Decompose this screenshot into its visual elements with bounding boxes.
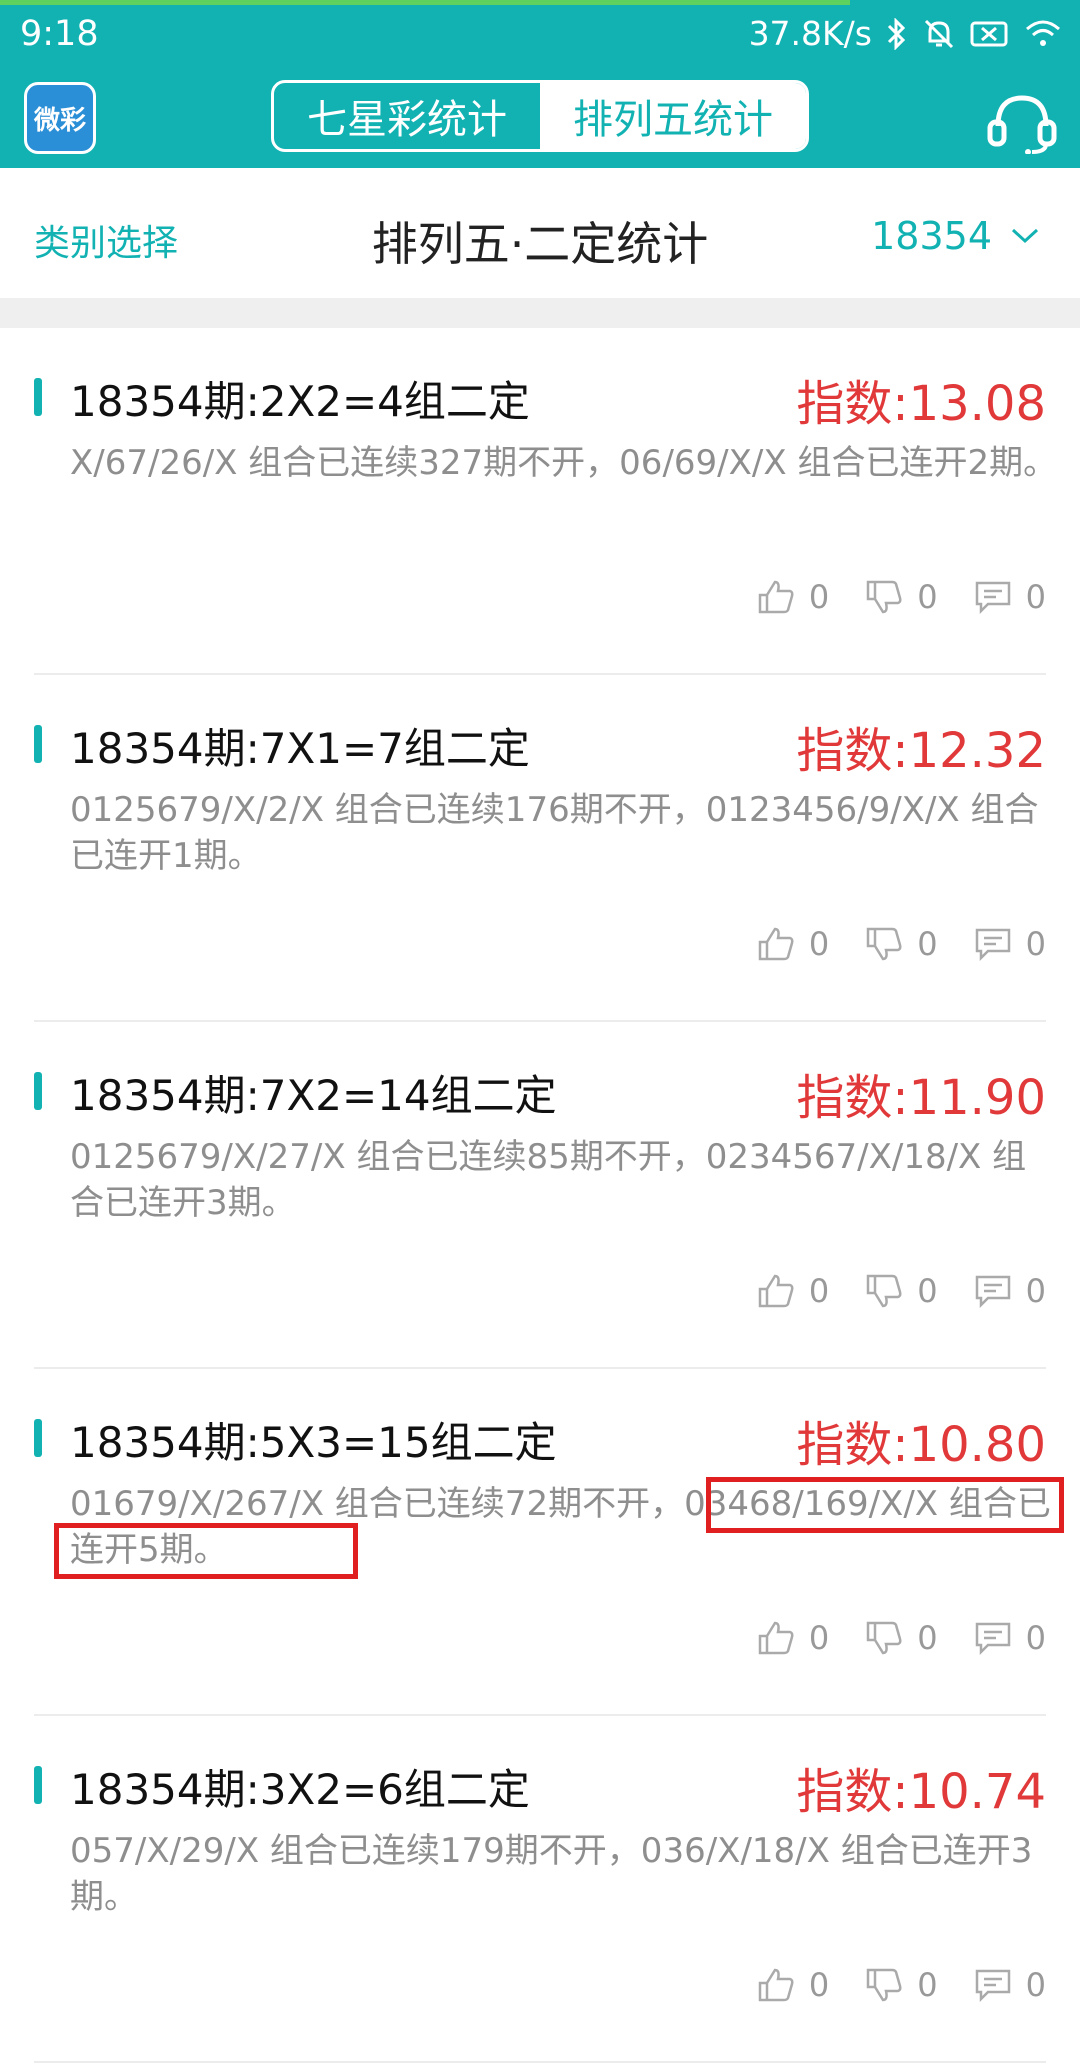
- comment-icon: [975, 581, 1010, 614]
- like-count: 0: [808, 1966, 830, 2004]
- status-bar: 9:18 37.8K/s: [0, 0, 1080, 72]
- comment-count: 0: [1025, 578, 1046, 616]
- card-title: 18354期:7X1=7组二定: [70, 724, 530, 773]
- thumbs-up-icon: [758, 1968, 794, 2002]
- dislike-button[interactable]: 0: [865, 1619, 938, 1657]
- thumbs-down-icon: [867, 1621, 902, 1655]
- card-index: 指数:13.08: [796, 376, 1046, 432]
- thumbs-up-icon: [758, 580, 794, 614]
- card-description: X/67/26/X 组合已连续327期不开，06/69/X/X 组合已连开2期。: [70, 443, 1058, 483]
- card-description: 057/X/29/X 组合已连续179期不开，036/X/18/X 组合已连开3…: [70, 1831, 1033, 1917]
- dislike-count: 0: [917, 578, 938, 616]
- card-index: 指数:10.74: [796, 1764, 1046, 1820]
- app-bar: 微彩 七星彩统计 排列五统计: [0, 72, 1080, 168]
- card-description: 0125679/X/2/X 组合已连续176期不开，0123456/9/X/X …: [70, 790, 1039, 876]
- thumbs-down-icon: [867, 1274, 902, 1308]
- thumbs-down-icon: [867, 927, 902, 961]
- dislike-button[interactable]: 0: [865, 1272, 938, 1310]
- issue-dropdown[interactable]: 18354: [871, 214, 1040, 258]
- comment-count: 0: [1025, 1966, 1046, 2004]
- comment-icon: [975, 928, 1010, 961]
- comment-icon: [975, 1622, 1010, 1655]
- accent-bar: [34, 378, 42, 416]
- card-actions: 0 0 0: [757, 1966, 1046, 2004]
- card-index: 指数:12.32: [796, 723, 1046, 779]
- thumbs-up-icon: [758, 1621, 794, 1655]
- wifi-icon: [1026, 20, 1060, 46]
- thumbs-up-icon: [758, 927, 794, 961]
- thumbs-down-icon: [867, 580, 902, 614]
- card-title: 18354期:7X2=14组二定: [70, 1071, 557, 1120]
- highlight-box: [706, 1477, 1064, 1533]
- comment-button[interactable]: 0: [974, 1619, 1046, 1657]
- logo-text: 微彩: [33, 105, 86, 136]
- comment-icon: [975, 1969, 1010, 2002]
- comment-icon: [975, 1275, 1010, 1308]
- comment-button[interactable]: 0: [974, 578, 1046, 616]
- card-index: 指数:10.80: [796, 1417, 1046, 1473]
- status-icons: 37.8K/s: [749, 14, 1062, 53]
- like-count: 0: [808, 1619, 830, 1657]
- dislike-button[interactable]: 0: [865, 578, 938, 616]
- status-time: 9:18: [20, 14, 99, 54]
- tab-pailiewu[interactable]: 排列五统计: [540, 83, 806, 149]
- issue-number: 18354: [871, 214, 992, 258]
- app-logo[interactable]: 微彩: [24, 82, 96, 154]
- card-title: 18354期:5X3=15组二定: [70, 1418, 557, 1467]
- list-item[interactable]: 18354期:7X1=7组二定 指数:12.32 0125679/X/2/X 组…: [34, 675, 1046, 1022]
- card-description: 0125679/X/27/X 组合已连续85期不开，0234567/X/18/X…: [70, 1137, 1027, 1223]
- like-button[interactable]: 0: [757, 1619, 829, 1657]
- comment-button[interactable]: 0: [974, 925, 1046, 963]
- dislike-count: 0: [917, 1619, 938, 1657]
- thumbs-up-icon: [758, 1274, 794, 1308]
- list-item[interactable]: 18354期:5X3=15组二定 指数:10.80 01679/X/267/X …: [34, 1369, 1064, 1716]
- list-item[interactable]: 18354期:3X2=6组二定 指数:10.74 057/X/29/X 组合已连…: [34, 1716, 1046, 2063]
- card-actions: 0 0 0: [757, 925, 1046, 963]
- like-button[interactable]: 0: [757, 578, 829, 616]
- section-divider: [0, 298, 1080, 328]
- battery-x-icon: [970, 21, 1008, 46]
- accent-bar: [34, 725, 42, 763]
- dislike-count: 0: [917, 1966, 938, 2004]
- stats-list: 18354期:2X2=4组二定 指数:13.08 X/67/26/X 组合已连续…: [0, 328, 1080, 2063]
- chevron-down-icon: [1011, 228, 1039, 244]
- accent-bar: [34, 1072, 42, 1110]
- card-actions: 0 0 0: [757, 1272, 1046, 1310]
- tab-qixingcai[interactable]: 七星彩统计: [274, 83, 540, 149]
- card-title: 18354期:2X2=4组二定: [70, 377, 530, 426]
- net-speed: 37.8K/s: [748, 14, 872, 53]
- comment-button[interactable]: 0: [974, 1272, 1046, 1310]
- accent-bar: [34, 1766, 42, 1804]
- card-title: 18354期:3X2=6组二定: [70, 1765, 530, 1814]
- like-count: 0: [808, 578, 830, 616]
- comment-button[interactable]: 0: [974, 1966, 1046, 2004]
- like-count: 0: [808, 925, 830, 963]
- thumbs-down-icon: [867, 1968, 902, 2002]
- comment-count: 0: [1025, 1619, 1046, 1657]
- card-actions: 0 0 0: [757, 1619, 1046, 1657]
- like-count: 0: [808, 1272, 830, 1310]
- like-button[interactable]: 0: [757, 1966, 829, 2004]
- headset-icon[interactable]: [986, 90, 1058, 154]
- dislike-button[interactable]: 0: [865, 925, 938, 963]
- list-item[interactable]: 18354期:7X2=14组二定 指数:11.90 0125679/X/27/X…: [34, 1022, 1046, 1369]
- card-actions: 0 0 0: [757, 578, 1046, 616]
- sub-header: 类别选择 排列五·二定统计 18354: [0, 168, 1080, 298]
- like-button[interactable]: 0: [757, 925, 829, 963]
- accent-bar: [34, 1419, 42, 1457]
- dislike-count: 0: [917, 1272, 938, 1310]
- dislike-count: 0: [917, 925, 938, 963]
- comment-count: 0: [1025, 1272, 1046, 1310]
- like-button[interactable]: 0: [757, 1272, 829, 1310]
- stats-tab-switcher: 七星彩统计 排列五统计: [271, 80, 809, 152]
- dislike-button[interactable]: 0: [865, 1966, 938, 2004]
- highlight-box: [54, 1523, 358, 1579]
- comment-count: 0: [1025, 925, 1046, 963]
- mute-bell-icon: [924, 19, 954, 48]
- bluetooth-icon: [887, 17, 906, 50]
- list-item[interactable]: 18354期:2X2=4组二定 指数:13.08 X/67/26/X 组合已连续…: [34, 328, 1057, 675]
- card-index: 指数:11.90: [796, 1070, 1046, 1126]
